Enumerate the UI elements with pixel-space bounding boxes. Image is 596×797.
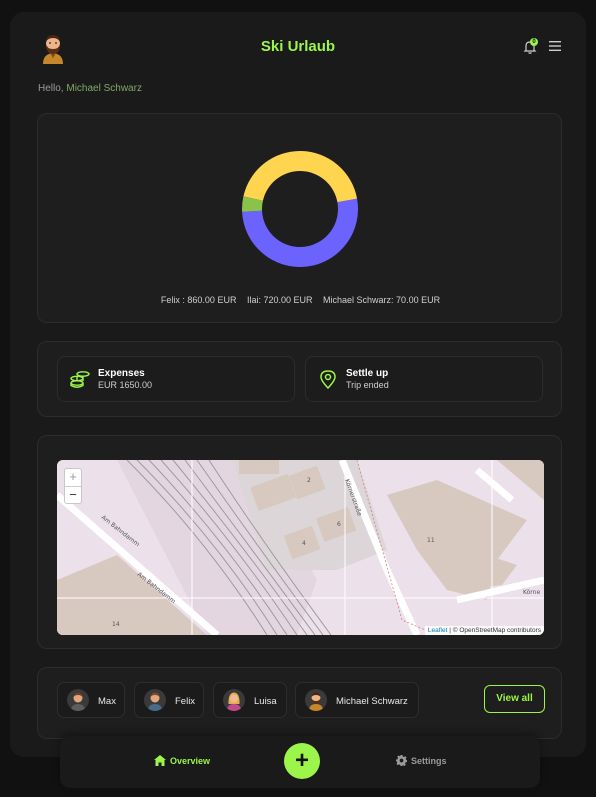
member-chip-felix[interactable]: Felix [134,682,204,718]
nav-overview-label: Overview [170,756,211,766]
view-all-button[interactable]: View all [484,685,545,713]
nav-overview[interactable]: Overview [154,755,210,766]
chart-legend: Felix : 860.00 EUR Ilai: 720.00 EUR Mich… [38,295,563,305]
svg-text:11: 11 [427,537,435,544]
notification-badge: 0 [530,38,538,46]
svg-text:4: 4 [302,540,306,547]
app-container: Ski Urlaub 0 Hello, Michael Schwarz Feli… [10,12,586,757]
gear-icon [396,755,407,766]
member-chip-michael-schwarz[interactable]: Michael Schwarz [295,682,419,718]
svg-text:6: 6 [337,521,341,528]
map-attribution: Leaflet | © OpenStreetMap contributors [424,626,544,635]
coins-icon [70,371,90,388]
zoom-out-button[interactable]: − [65,486,81,503]
legend-item: Ilai: 720.00 EUR [246,295,313,305]
trip-map[interactable]: Am Bahndamm Am Bahndamm Körnerstraße Kör… [57,460,544,635]
greeting-user-name: Michael Schwarz [66,83,142,94]
settle-up-tile[interactable]: Settle up Trip ended [305,356,543,402]
zoom-in-button[interactable]: + [65,469,81,486]
leaflet-link[interactable]: Leaflet [428,627,448,634]
member-chip-luisa[interactable]: Luisa [213,682,287,718]
hamburger-menu-icon[interactable] [549,40,561,52]
app-title: Ski Urlaub [260,38,336,55]
greeting-prefix: Hello, [38,83,64,94]
man-avatar-icon [67,689,89,711]
bottom-navigation: Overview + Settings [60,736,540,788]
member-chip-max[interactable]: Max [57,682,125,718]
expense-donut-chart [242,151,358,268]
home-icon [154,755,166,766]
legend-item: Michael Schwarz: 70.00 EUR [323,295,441,305]
donut-slice-ilai[interactable] [243,151,358,203]
attribution-text: | © OpenStreetMap contributors [449,627,541,634]
expenses-tile[interactable]: Expenses EUR 1650.00 [57,356,295,402]
woman-avatar-icon [223,689,245,711]
member-name: Max [98,696,116,707]
greeting: Hello, Michael Schwarz [38,83,142,94]
map-tiles: Am Bahndamm Am Bahndamm Körnerstraße Kör… [57,460,544,635]
header: Ski Urlaub 0 [10,12,586,82]
map-card: Am Bahndamm Am Bahndamm Körnerstraße Kör… [37,435,562,649]
expenses-title: Expenses [98,368,145,379]
expense-chart-card: Felix : 860.00 EUR Ilai: 720.00 EUR Mich… [37,113,562,323]
expenses-value: EUR 1650.00 [98,380,153,390]
map-zoom-control: + − [64,468,82,504]
legend-item: Felix : 860.00 EUR [160,295,237,305]
nav-settings-label: Settings [411,756,447,766]
summary-card: Expenses EUR 1650.00 Settle up Trip ende… [37,341,562,417]
svg-text:Körne: Körne [523,589,540,596]
member-name: Felix [175,696,196,707]
nav-settings[interactable]: Settings [396,755,447,766]
members-card: Max Felix Luisa Michael Schwarz View all [37,667,562,739]
add-expense-button[interactable]: + [284,743,320,779]
member-name: Luisa [254,696,277,707]
member-name: Michael Schwarz [336,696,408,707]
bearded-man-avatar-icon [305,689,327,711]
svg-text:14: 14 [112,621,120,628]
settle-up-title: Settle up [346,368,389,379]
man-avatar-icon [144,689,166,711]
settle-up-status: Trip ended [346,380,389,390]
location-pin-icon [320,370,336,389]
svg-text:2: 2 [307,477,311,484]
